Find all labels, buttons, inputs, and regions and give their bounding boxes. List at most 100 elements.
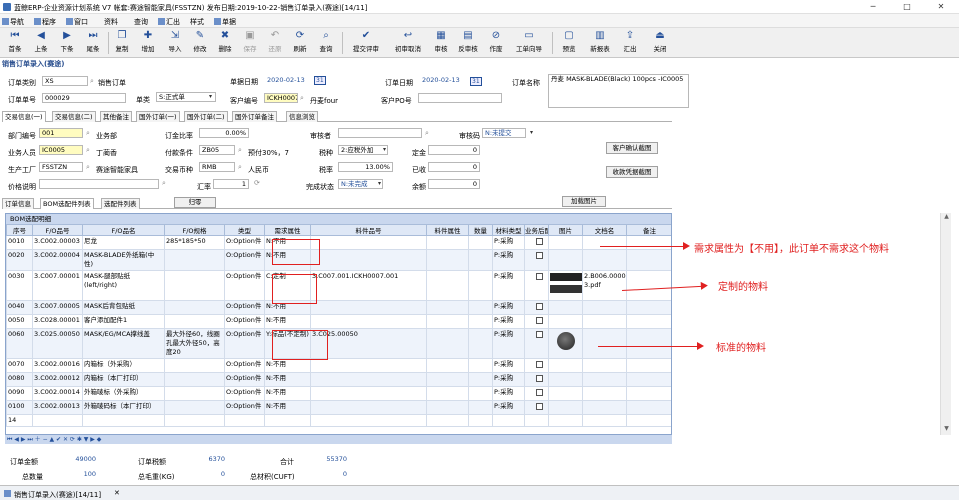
chevron-down-icon[interactable]: ▾ xyxy=(381,146,388,154)
restore-button[interactable]: ↶ 还原 xyxy=(264,30,286,56)
cell-req[interactable]: N:不用 xyxy=(264,400,311,415)
delete-button[interactable]: ✖ 删除 xyxy=(214,30,236,56)
cell-mtype[interactable]: P:采购 xyxy=(492,235,525,250)
cell-post[interactable] xyxy=(524,235,549,250)
cell-part[interactable] xyxy=(310,372,427,387)
cell-attr[interactable] xyxy=(426,400,469,415)
cell-code[interactable]: 3.C002.00012 xyxy=(32,372,83,387)
cell-seq[interactable]: 0100 xyxy=(6,400,33,415)
tab-trade-info-1[interactable]: 交易信息(一) xyxy=(2,111,46,122)
table-row[interactable]: 0100 3.C002.00013 外箱唛码标（本厂打印） O:Option件 N:不用… xyxy=(6,400,671,415)
cell-name[interactable]: MASK-腿部贴纸(left/right) xyxy=(82,270,165,301)
cell-type[interactable]: O:Option件 xyxy=(224,358,265,373)
preview-button[interactable]: ▢ 预览 xyxy=(556,30,582,56)
copy-button[interactable]: ❐ 复制 xyxy=(111,30,133,56)
cell-name[interactable]: 内箱标（本厂打印） xyxy=(82,372,165,387)
edit-button[interactable]: ✎ 修改 xyxy=(189,30,211,56)
checkbox[interactable] xyxy=(536,403,543,410)
cell-seq[interactable]: 0030 xyxy=(6,270,33,301)
cell-part[interactable] xyxy=(310,249,427,271)
cust-no-field[interactable]: ICKH0007 xyxy=(264,93,298,103)
cell-spec[interactable] xyxy=(164,372,225,387)
cell-notes[interactable] xyxy=(626,400,671,415)
cell-mtype[interactable]: P:采购 xyxy=(492,270,525,301)
deposit-amt-field[interactable]: 0 xyxy=(428,145,480,155)
cell-name[interactable]: MASK/EG/MCA撑线盖 xyxy=(82,328,165,359)
approve-button[interactable]: ▦ 审核 xyxy=(430,30,452,56)
cell-image[interactable] xyxy=(548,328,583,359)
col-header[interactable]: 料件品号 xyxy=(310,224,427,236)
cell-mtype[interactable]: P:采购 xyxy=(492,300,525,315)
col-header[interactable]: F/O品号 xyxy=(32,224,83,236)
cell-name[interactable]: MASK后背包贴纸 xyxy=(82,300,165,315)
cell-attr[interactable] xyxy=(426,328,469,359)
checkbox[interactable] xyxy=(536,331,543,338)
cell-spec[interactable] xyxy=(164,249,225,271)
col-header[interactable]: 类型 xyxy=(224,224,265,236)
cell-spec[interactable] xyxy=(164,270,225,301)
close-tab-icon[interactable]: ✕ xyxy=(114,489,120,497)
menu-window[interactable]: 窗口 xyxy=(66,17,88,27)
tab-order-info[interactable]: 订单信息 xyxy=(2,198,34,209)
cell-qty[interactable] xyxy=(468,328,493,359)
col-header[interactable]: 料件属性 xyxy=(426,224,469,236)
cell-code[interactable]: 3.C007.00001 xyxy=(32,270,83,301)
calendar-icon[interactable]: 31 xyxy=(470,77,482,86)
cell-name[interactable]: MASK-BLADE外纸箱(中性) xyxy=(82,249,165,271)
cell-mtype[interactable]: P:采购 xyxy=(492,372,525,387)
receipt-screenshot-button[interactable]: 收款凭据截图 xyxy=(606,166,658,178)
cell-doc[interactable] xyxy=(582,386,627,401)
cell-mtype[interactable]: P:采购 xyxy=(492,400,525,415)
work-order-wizard-button[interactable]: ▭ 工单向导 xyxy=(512,30,546,56)
cell-image[interactable] xyxy=(548,372,583,387)
cell-part[interactable] xyxy=(310,235,427,250)
tab-option-list[interactable]: 选配件列表 xyxy=(101,198,140,209)
cell-notes[interactable] xyxy=(626,372,671,387)
cell-type[interactable]: O:Option件 xyxy=(224,249,265,271)
cell-doc[interactable] xyxy=(582,235,627,250)
cell-code[interactable]: 3.C002.00003 xyxy=(32,235,83,250)
taxrate-field[interactable]: 13.00% xyxy=(338,162,393,172)
table-row[interactable]: 0070 3.C002.00016 内箱标（外采购） O:Option件 N:不用 P:采… xyxy=(6,358,671,373)
order-type-field[interactable]: XS xyxy=(42,76,88,86)
menu-style[interactable]: 样式 xyxy=(190,17,204,27)
cell-type[interactable]: O:Option件 xyxy=(224,314,265,329)
tab-info-browse[interactable]: 信息浏览 xyxy=(286,111,318,122)
col-header[interactable]: 材料类型 xyxy=(492,224,525,236)
sales-field[interactable]: IC0005 xyxy=(39,145,83,155)
cell-qty[interactable] xyxy=(468,300,493,315)
cell-qty[interactable] xyxy=(468,249,493,271)
refresh-button[interactable]: ⟳ 刷新 xyxy=(289,30,311,56)
cancel-review-button[interactable]: ↩ 初审取消 xyxy=(390,30,426,56)
table-row[interactable]: 0060 3.C025.00050 MASK/EG/MCA撑线盖 最大外径60，线圈孔… xyxy=(6,328,671,359)
cell-doc[interactable] xyxy=(582,249,627,271)
checkbox[interactable] xyxy=(536,375,543,382)
col-header[interactable]: 序号 xyxy=(6,224,33,236)
cell-post[interactable] xyxy=(524,372,549,387)
cell-attr[interactable] xyxy=(426,314,469,329)
cell-doc[interactable] xyxy=(582,328,627,359)
table-row[interactable]: 0030 3.C007.00001 MASK-腿部贴纸(left/right) O:O… xyxy=(6,270,671,301)
cell-attr[interactable] xyxy=(426,358,469,373)
vertical-scrollbar[interactable]: ▲ ▼ xyxy=(940,213,951,435)
scroll-up-icon[interactable]: ▲ xyxy=(942,213,951,221)
cell-qty[interactable] xyxy=(468,358,493,373)
cell-post[interactable] xyxy=(524,314,549,329)
cell-seq[interactable]: 0040 xyxy=(6,300,33,315)
grid-navigator[interactable]: ⏮ ◀ ▶ ⏭ ＋ − ▲ ✔ ✕ ⟳ ✱ ▼ ▶ ◆ xyxy=(5,434,672,444)
cell-qty[interactable] xyxy=(468,270,493,301)
cell-spec[interactable] xyxy=(164,300,225,315)
chevron-down-icon[interactable]: ▾ xyxy=(376,180,383,188)
rate-field[interactable]: 1 xyxy=(213,179,249,189)
cell-req[interactable]: N:不用 xyxy=(264,358,311,373)
tab-other-notes[interactable]: 其他备注 xyxy=(100,111,132,122)
cell-name[interactable]: 外箱唛码标（本厂打印） xyxy=(82,400,165,415)
cell-doc[interactable] xyxy=(582,300,627,315)
order-name-field[interactable]: 丹麦 MASK-BLADE(Black) 100pcs -IC0005 xyxy=(548,74,689,108)
tab-trade-info-2[interactable]: 交易信息(二) xyxy=(52,111,96,122)
audit-select[interactable]: N:未提交 xyxy=(482,128,526,138)
cell-name[interactable]: 内箱标（外采购） xyxy=(82,358,165,373)
cell-image[interactable] xyxy=(548,386,583,401)
cell-seq[interactable]: 0020 xyxy=(6,249,33,271)
cell-seq[interactable]: 0060 xyxy=(6,328,33,359)
